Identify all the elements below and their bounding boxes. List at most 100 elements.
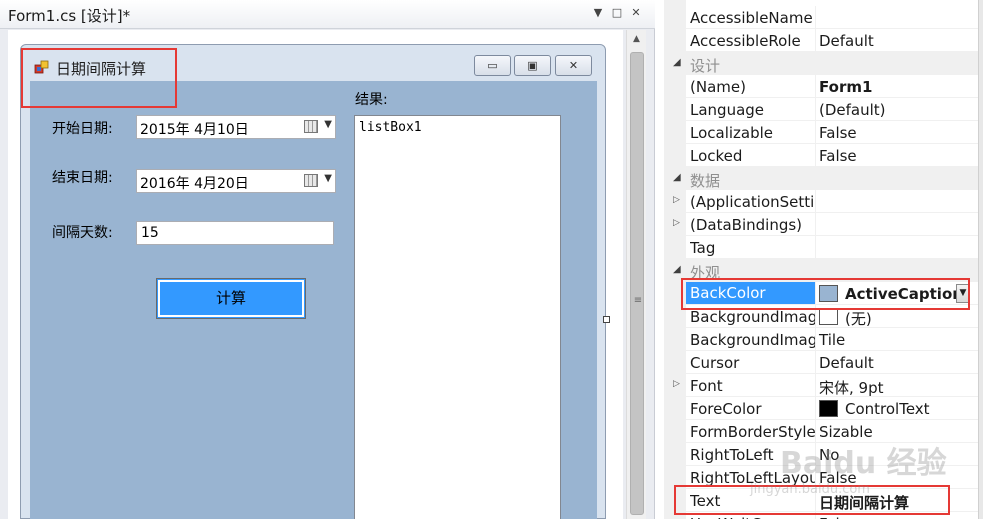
tab-dropdown-icon[interactable]: ▼ xyxy=(590,4,606,22)
property-value[interactable]: False xyxy=(819,147,857,165)
property-value[interactable]: False xyxy=(819,515,857,519)
property-value[interactable]: Form1 xyxy=(819,78,872,96)
minimize-icon: ▭ xyxy=(487,59,498,72)
property-category[interactable]: ◢ 外观 xyxy=(664,259,978,282)
expand-icon[interactable]: ▷ xyxy=(673,379,680,389)
property-value[interactable]: False xyxy=(819,124,857,142)
start-date-value: 2015年 4月10日 xyxy=(140,122,249,138)
chevron-down-icon[interactable]: ▼ xyxy=(324,119,332,130)
property-row[interactable]: ▷ (DataBindings) xyxy=(664,213,978,236)
property-row[interactable]: ▷ Font 宋体, 9pt xyxy=(664,374,978,397)
form-client-area: 开始日期: 2015年 4月10日 ▼ 结束日期: 2016年 4月20日 ▼ … xyxy=(30,81,597,519)
property-row[interactable]: Language (Default) xyxy=(664,98,978,121)
expand-icon[interactable]: ▷ xyxy=(673,195,680,205)
vertical-scrollbar[interactable]: ▲ ≡ xyxy=(626,30,646,519)
category-label: 外观 xyxy=(690,264,721,282)
watermark-url: jingyan.baidu.com xyxy=(750,482,870,497)
property-name: BackgroundImag xyxy=(690,331,815,349)
property-row[interactable]: BackColor ActiveCaption ▼ xyxy=(664,282,978,305)
document-tab-bar: Form1.cs [设计]* ▼ □ ✕ xyxy=(0,0,655,29)
start-date-picker[interactable]: 2015年 4月10日 ▼ xyxy=(136,115,336,139)
property-value[interactable]: ActiveCaption xyxy=(845,285,963,303)
interval-days-input[interactable]: 15 xyxy=(136,221,334,245)
property-value[interactable]: 宋体, 9pt xyxy=(819,377,883,398)
property-row[interactable]: Tag xyxy=(664,236,978,259)
dropdown-arrow-icon[interactable]: ▼ xyxy=(956,284,970,303)
property-name: Localizable xyxy=(690,124,774,142)
maximize-icon[interactable]: □ xyxy=(609,4,625,22)
property-name: UseWaitCursor xyxy=(690,515,815,519)
form-window[interactable]: 日期间隔计算 ▭ ▣ ✕ 开始日期: 2015年 4月10日 ▼ 结束日期: 2… xyxy=(20,44,606,519)
property-row[interactable]: ▷ (ApplicationSetti xyxy=(664,190,978,213)
collapse-icon[interactable]: ◢ xyxy=(673,172,681,183)
property-row[interactable]: AccessibleRole Default xyxy=(664,29,978,52)
end-date-label: 结束日期: xyxy=(52,170,113,186)
result-listbox[interactable]: listBox1 xyxy=(354,115,561,519)
category-label: 数据 xyxy=(690,172,721,190)
close-button[interactable]: ✕ xyxy=(555,55,592,76)
document-tab-title[interactable]: Form1.cs [设计]* xyxy=(8,5,130,26)
property-value[interactable]: Tile xyxy=(819,331,845,349)
column-divider xyxy=(815,75,816,98)
column-divider xyxy=(815,282,816,305)
property-row[interactable]: Cursor Default xyxy=(664,351,978,374)
collapse-icon[interactable]: ◢ xyxy=(673,57,681,68)
color-swatch xyxy=(819,285,838,302)
property-category[interactable]: ◢ 数据 xyxy=(664,167,978,190)
property-value[interactable]: Default xyxy=(819,354,874,372)
scroll-up-icon[interactable]: ▲ xyxy=(627,32,646,46)
collapse-icon[interactable]: ◢ xyxy=(673,264,681,275)
property-name: Locked xyxy=(690,147,743,165)
property-name: Language xyxy=(690,101,765,119)
resize-handle[interactable] xyxy=(603,316,610,323)
color-swatch xyxy=(819,400,838,417)
properties-scrollbar[interactable] xyxy=(978,0,983,519)
column-divider xyxy=(815,374,816,397)
property-value[interactable]: ControlText xyxy=(845,400,930,418)
column-divider xyxy=(815,512,816,519)
property-row[interactable]: ForeColor ControlText xyxy=(664,397,978,420)
property-name: ForeColor xyxy=(690,400,762,418)
end-date-value: 2016年 4月20日 xyxy=(140,176,249,192)
property-value[interactable]: (无) xyxy=(845,308,872,329)
watermark-logo: Baidu 经验 xyxy=(780,446,947,481)
end-date-picker[interactable]: 2016年 4月20日 ▼ xyxy=(136,169,336,193)
property-name: Cursor xyxy=(690,354,740,372)
column-divider xyxy=(815,397,816,420)
property-value[interactable]: Default xyxy=(819,32,874,50)
column-divider xyxy=(815,305,816,328)
restore-icon: ▣ xyxy=(527,59,538,72)
property-name: BackColor xyxy=(686,282,815,304)
property-row[interactable]: Locked False xyxy=(664,144,978,167)
form-titlebar[interactable]: 日期间隔计算 ▭ ▣ ✕ xyxy=(21,45,605,81)
chevron-down-icon[interactable]: ▼ xyxy=(324,173,332,184)
expand-icon[interactable]: ▷ xyxy=(673,218,680,228)
property-category[interactable]: ◢ 设计 xyxy=(664,52,978,75)
property-row[interactable]: UseWaitCursor False xyxy=(664,512,978,519)
column-divider xyxy=(815,236,816,259)
column-divider xyxy=(815,6,816,29)
column-divider xyxy=(815,144,816,167)
restore-button[interactable]: ▣ xyxy=(514,55,551,76)
column-divider xyxy=(815,328,816,351)
property-name: AccessibleName xyxy=(690,9,813,27)
property-value[interactable]: (Default) xyxy=(819,101,886,119)
minimize-button[interactable]: ▭ xyxy=(474,55,511,76)
calculate-button[interactable]: 计算 xyxy=(156,278,306,319)
scrollbar-thumb[interactable]: ≡ xyxy=(630,52,644,515)
close-tab-icon[interactable]: ✕ xyxy=(628,4,644,22)
column-divider xyxy=(815,29,816,52)
property-row[interactable]: AccessibleName xyxy=(664,6,978,29)
property-row[interactable]: (Name) Form1 xyxy=(664,75,978,98)
start-date-label: 开始日期: xyxy=(52,121,113,137)
property-name: (Name) xyxy=(690,78,746,96)
interval-days-label: 间隔天数: xyxy=(52,225,113,241)
property-row[interactable]: Localizable False xyxy=(664,121,978,144)
property-row[interactable]: BackgroundImag Tile xyxy=(664,328,978,351)
listbox-item: listBox1 xyxy=(359,120,422,135)
calendar-icon[interactable] xyxy=(304,120,318,133)
calendar-icon[interactable] xyxy=(304,174,318,187)
property-row[interactable]: BackgroundImag (无) xyxy=(664,305,978,328)
form-title: 日期间隔计算 xyxy=(56,60,147,78)
column-divider xyxy=(815,190,816,213)
